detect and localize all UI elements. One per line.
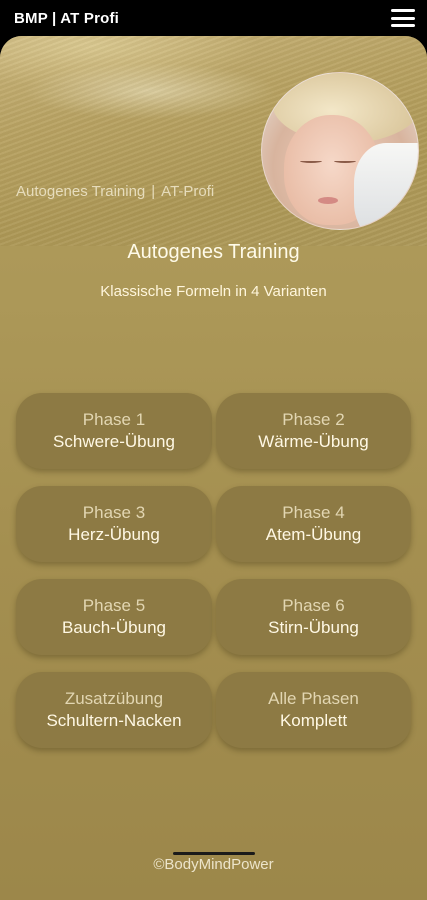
phase-5-button[interactable]: Phase 5 Bauch-Übung <box>16 579 212 655</box>
extra-exercise-button[interactable]: Zusatzübung Schultern-Nacken <box>16 672 212 748</box>
phase-label: Phase 4 <box>282 503 345 522</box>
phase-label: Phase 2 <box>282 410 345 429</box>
app-top-bar: BMP | AT Profi <box>0 0 427 36</box>
home-indicator <box>173 852 255 855</box>
phase-button-grid: Phase 1 Schwere-Übung Phase 2 Wärme-Übun… <box>16 393 411 751</box>
breadcrumb-left: Autogenes Training <box>16 183 146 200</box>
phase-label: Phase 6 <box>282 596 345 615</box>
phase-label: Zusatzübung <box>64 689 164 708</box>
phase-1-button[interactable]: Phase 1 Schwere-Übung <box>16 393 212 469</box>
exercise-label: Wärme-Übung <box>258 432 369 451</box>
phase-label: Alle Phasen <box>268 689 359 708</box>
phase-label: Phase 5 <box>82 596 146 615</box>
phase-label: Phase 3 <box>82 503 146 522</box>
phase-6-button[interactable]: Phase 6 Stirn-Übung <box>216 579 411 655</box>
main-card: Autogenes Training | AT-Profi Autogenes Tr… <box>0 36 427 900</box>
exercise-label: Bauch-Übung <box>62 618 166 637</box>
all-phases-button[interactable]: Alle Phasen Komplett <box>216 672 411 748</box>
phase-4-button[interactable]: Phase 4 Atem-Übung <box>216 486 411 562</box>
phase-label: Phase 1 <box>82 410 146 429</box>
app-title: BMP | AT Profi <box>14 9 120 27</box>
breadcrumb-separator: | <box>151 183 156 200</box>
phase-2-button[interactable]: Phase 2 Wärme-Übung <box>216 393 411 469</box>
exercise-label: Herz-Übung <box>68 525 160 544</box>
exercise-label: Stirn-Übung <box>268 618 359 637</box>
page-title: Autogenes Training <box>127 241 300 263</box>
breadcrumb-right: AT-Profi <box>161 183 215 200</box>
exercise-label: Schwere-Übung <box>53 432 175 451</box>
exercise-label: Komplett <box>279 711 348 730</box>
relaxing-woman-portrait <box>261 72 419 230</box>
exercise-label: Schultern-Nacken <box>46 711 182 730</box>
hamburger-menu-icon[interactable] <box>391 9 415 27</box>
page-subtitle: Klassische Formeln in 4 Varianten <box>100 283 327 300</box>
breadcrumb: Autogenes Training | AT-Profi <box>16 183 214 200</box>
copyright-footer: ©BodyMindPower <box>153 856 274 873</box>
phase-3-button[interactable]: Phase 3 Herz-Übung <box>16 486 212 562</box>
exercise-label: Atem-Übung <box>265 525 362 544</box>
